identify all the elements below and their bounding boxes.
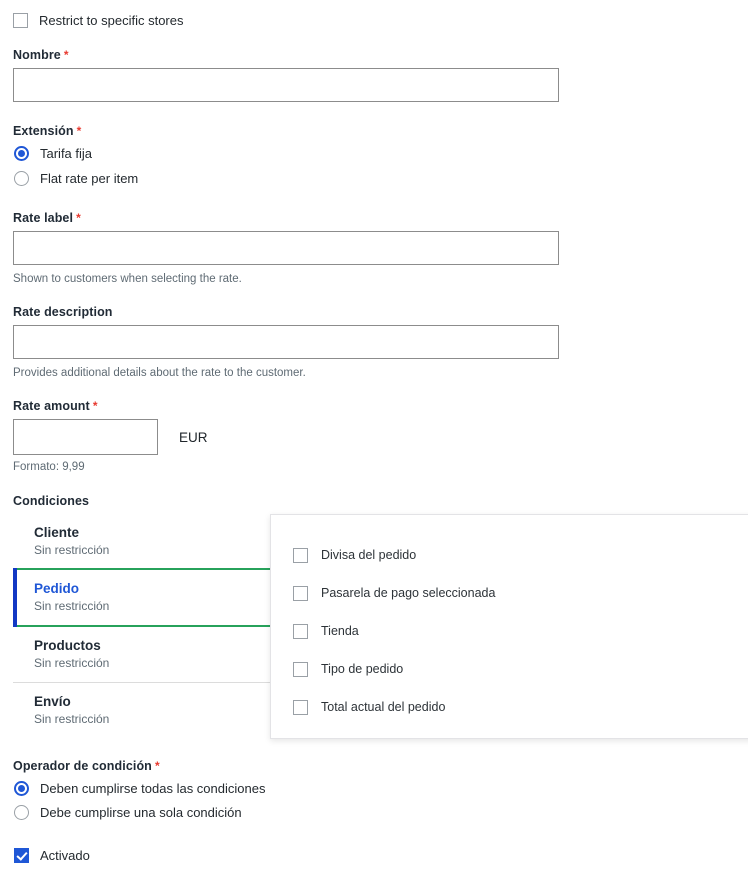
extension-label: Extensión * — [13, 124, 81, 138]
condition-operator-label: Operador de condición * — [13, 759, 160, 773]
rate-label-hint: Shown to customers when selecting the ra… — [13, 273, 242, 285]
dropdown-item-tienda[interactable]: Tienda — [271, 612, 748, 650]
dropdown-checkbox-pasarela-de-pago-seleccionada[interactable] — [293, 585, 308, 601]
condiciones-heading-text: Condiciones — [13, 494, 90, 508]
condition-item-envio-subtitle: Sin restricción — [34, 712, 110, 726]
dropdown-item-total-actual-del-pedido[interactable]: Total actual del pedido — [271, 688, 748, 726]
extension-option-tarifa-fija-label: Tarifa fija — [40, 146, 93, 161]
nombre-label-text: Nombre — [13, 48, 61, 62]
condition-operator-option-all-label: Deben cumplirse todas las condiciones — [40, 781, 266, 796]
shipping-rate-form-page: Restrict to specific stores Nombre * Exte… — [0, 0, 748, 870]
rate-amount-hint: Formato: 9,99 — [13, 461, 85, 473]
extension-radio-flat-rate-per-item[interactable] — [14, 171, 29, 186]
condition-item-pedido[interactable]: Pedido Sin restricción — [13, 568, 303, 627]
condition-options-dropdown: Divisa del pedido Pasarela de pago selec… — [270, 514, 748, 739]
extension-label-text: Extensión — [13, 124, 74, 138]
condition-item-cliente-subtitle: Sin restricción — [34, 543, 110, 557]
rate-label-label-text: Rate label — [13, 211, 74, 225]
rate-label-label: Rate label * — [13, 211, 81, 225]
nombre-input[interactable] — [13, 68, 559, 102]
rate-amount-row: EUR — [13, 419, 208, 455]
extension-required-marker: * — [76, 124, 82, 138]
nombre-required-marker: * — [63, 48, 69, 62]
rate-description-input[interactable] — [13, 325, 559, 359]
restrict-to-specific-stores-label: Restrict to specific stores — [39, 13, 184, 28]
dropdown-label-pasarela-de-pago-seleccionada: Pasarela de pago seleccionada — [321, 586, 496, 600]
restrict-to-specific-stores-row[interactable]: Restrict to specific stores — [13, 13, 184, 28]
rate-amount-required-marker: * — [92, 399, 98, 413]
nombre-label: Nombre * — [13, 48, 69, 62]
dropdown-label-tienda: Tienda — [321, 624, 359, 638]
rate-amount-label: Rate amount * — [13, 399, 98, 413]
condition-item-cliente[interactable]: Cliente Sin restricción — [13, 514, 303, 569]
activado-row[interactable]: Activado — [14, 848, 90, 863]
rate-description-label: Rate description — [13, 305, 113, 319]
dropdown-label-divisa-del-pedido: Divisa del pedido — [321, 548, 417, 562]
condition-operator-label-text: Operador de condición — [13, 759, 152, 773]
condition-item-productos-title: Productos — [34, 638, 101, 653]
activado-checkbox[interactable] — [14, 848, 29, 863]
conditions-list: Cliente Sin restricción Pedido Sin restr… — [13, 514, 303, 738]
condition-operator-option-any-label: Debe cumplirse una sola condición — [40, 805, 242, 820]
dropdown-checkbox-divisa-del-pedido[interactable] — [293, 547, 308, 563]
dropdown-label-total-actual-del-pedido: Total actual del pedido — [321, 700, 446, 714]
condition-item-productos-subtitle: Sin restricción — [34, 656, 110, 670]
dropdown-checkbox-tienda[interactable] — [293, 623, 308, 639]
dropdown-checkbox-tipo-de-pedido[interactable] — [293, 661, 308, 677]
condition-item-envio[interactable]: Envío Sin restricción — [13, 683, 303, 738]
condition-operator-required-marker: * — [154, 759, 160, 773]
condition-operator-radio-any[interactable] — [14, 805, 29, 820]
condition-item-productos[interactable]: Productos Sin restricción — [13, 627, 303, 682]
extension-radio-tarifa-fija[interactable] — [14, 146, 29, 161]
dropdown-label-tipo-de-pedido: Tipo de pedido — [321, 662, 404, 676]
extension-option-flat-rate-per-item-label: Flat rate per item — [40, 171, 139, 186]
rate-label-input[interactable] — [13, 231, 559, 265]
rate-description-label-text: Rate description — [13, 305, 113, 319]
rate-amount-currency: EUR — [179, 429, 208, 445]
dropdown-item-tipo-de-pedido[interactable]: Tipo de pedido — [271, 650, 748, 688]
dropdown-checkbox-total-actual-del-pedido[interactable] — [293, 699, 308, 715]
condition-item-pedido-title: Pedido — [34, 581, 80, 596]
rate-amount-label-text: Rate amount — [13, 399, 90, 413]
condition-item-cliente-title: Cliente — [34, 525, 80, 540]
extension-option-flat-rate-per-item[interactable]: Flat rate per item — [14, 171, 138, 186]
dropdown-item-pasarela-de-pago-seleccionada[interactable]: Pasarela de pago seleccionada — [271, 574, 748, 612]
restrict-to-specific-stores-checkbox[interactable] — [13, 13, 28, 28]
condition-operator-option-any[interactable]: Debe cumplirse una sola condición — [14, 805, 242, 820]
condition-operator-option-all[interactable]: Deben cumplirse todas las condiciones — [14, 781, 265, 796]
extension-option-tarifa-fija[interactable]: Tarifa fija — [14, 146, 92, 161]
condition-item-envio-title: Envío — [34, 694, 71, 709]
dropdown-item-divisa-del-pedido[interactable]: Divisa del pedido — [271, 536, 748, 574]
condiciones-heading: Condiciones — [13, 494, 89, 508]
activado-label: Activado — [40, 848, 90, 863]
rate-label-required-marker: * — [76, 211, 81, 225]
condition-item-pedido-subtitle: Sin restricción — [34, 599, 110, 613]
condition-operator-radio-all[interactable] — [14, 781, 29, 796]
rate-amount-input[interactable] — [13, 419, 158, 455]
nombre-field-group: Nombre * — [13, 48, 69, 62]
rate-description-hint: Provides additional details about the ra… — [13, 367, 306, 379]
